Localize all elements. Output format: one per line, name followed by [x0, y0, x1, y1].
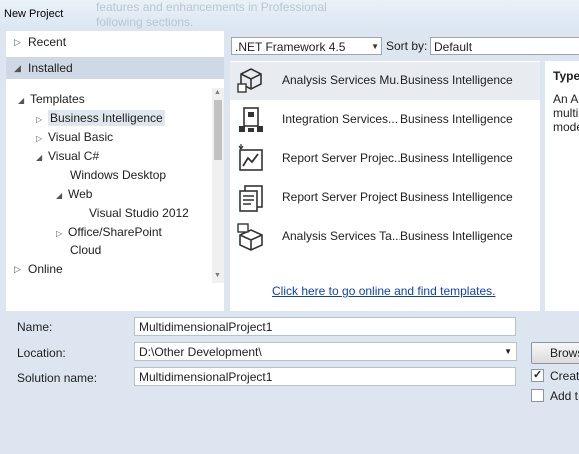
collapse-arrow-icon[interactable]: ◢	[14, 57, 21, 79]
sort-value: Default	[434, 40, 473, 54]
browse-button[interactable]: Brows	[531, 342, 579, 364]
solution-name-input[interactable]: MultidimensionalProject1	[134, 367, 516, 386]
tree-item-visual-basic[interactable]: ▷ Visual Basic	[36, 128, 113, 147]
analysis-multidimensional-icon	[237, 68, 262, 93]
framework-value: .NET Framework 4.5	[235, 40, 346, 54]
name-label: Name:	[17, 320, 53, 334]
add-to-source-control-checkbox[interactable]	[531, 389, 544, 402]
template-item[interactable]: Analysis Services Mu... Business Intelli…	[230, 62, 540, 100]
solution-name-label: Solution name:	[17, 371, 98, 385]
nav-installed[interactable]: ◢ Installed	[6, 57, 224, 79]
tree-item-office-sharepoint[interactable]: ▷ Office/SharePoint	[56, 223, 162, 242]
expand-arrow-icon[interactable]: ▷	[14, 258, 21, 280]
category-panel: ▷ Recent ◢ Installed ◢ Templates ▷ Busines…	[6, 31, 224, 311]
framework-select[interactable]: .NET Framework 4.5 ▼	[231, 37, 382, 55]
add-to-source-control-label: Add t	[550, 389, 579, 403]
expand-arrow-icon[interactable]: ▷	[36, 110, 48, 129]
expand-arrow-icon[interactable]: ▷	[56, 224, 68, 243]
collapse-arrow-icon[interactable]: ◢	[56, 186, 68, 205]
title-bar: features and enhancements in Professiona…	[0, 0, 579, 30]
nav-online-label: Online	[28, 262, 63, 276]
template-item[interactable]: Report Server Projec... Business Intelli…	[230, 140, 540, 178]
sort-label: Sort by:	[386, 39, 428, 53]
nav-recent[interactable]: ▷ Recent	[6, 31, 224, 53]
report-wizard-icon	[238, 144, 263, 171]
template-tree: ◢ Templates ▷ Business Intelligence ▷ Visua…	[6, 88, 224, 283]
details-description: An A multi mode	[553, 92, 579, 134]
create-directory-checkbox[interactable]: ✓	[531, 369, 544, 382]
tree-scrollbar[interactable]: ▲ ▼	[212, 88, 224, 283]
scroll-up-icon[interactable]: ▲	[214, 89, 221, 96]
report-server-icon	[239, 185, 263, 212]
tree-item-windows-desktop[interactable]: Windows Desktop	[70, 166, 166, 185]
background-text: following sections.	[96, 15, 194, 29]
collapse-arrow-icon[interactable]: ◢	[36, 148, 48, 167]
expand-arrow-icon[interactable]: ▷	[36, 129, 48, 148]
nav-online[interactable]: ▷ Online	[6, 258, 224, 280]
tree-item-web[interactable]: ◢ Web	[56, 185, 92, 204]
tree-item-business-intelligence[interactable]: ▷ Business Intelligence	[36, 109, 165, 128]
sort-select[interactable]: Default	[430, 37, 579, 55]
details-panel: Type An A multi mode	[545, 61, 579, 311]
details-type-label: Type	[553, 69, 579, 83]
tree-item-visual-csharp[interactable]: ◢ Visual C#	[36, 147, 99, 166]
nav-installed-label: Installed	[28, 61, 73, 75]
template-item[interactable]: Analysis Services Ta... Business Intelli…	[230, 218, 540, 256]
expand-arrow-icon[interactable]: ▷	[14, 31, 21, 53]
create-directory-label: Creat	[550, 369, 579, 383]
template-item[interactable]: Report Server Project Business Intellige…	[230, 179, 540, 217]
location-label: Location:	[17, 346, 66, 360]
chevron-down-icon: ▼	[504, 347, 512, 356]
checkmark-icon: ✓	[533, 369, 543, 381]
online-templates-link[interactable]: Click here to go online and find templat…	[272, 284, 495, 298]
analysis-tabular-icon	[237, 223, 263, 251]
template-item[interactable]: Integration Services... Business Intelli…	[230, 101, 540, 139]
integration-services-icon	[239, 107, 263, 132]
tree-item-templates[interactable]: ◢ Templates	[18, 90, 85, 109]
window-title: New Project	[4, 8, 64, 20]
background-text: features and enhancements in Professiona…	[96, 0, 327, 14]
nav-recent-label: Recent	[28, 35, 67, 49]
location-combo[interactable]: D:\Other Development\ ▼	[134, 342, 517, 361]
scrollbar-thumb[interactable]	[214, 100, 222, 160]
collapse-arrow-icon[interactable]: ◢	[18, 91, 30, 110]
chevron-down-icon: ▼	[371, 42, 379, 51]
tree-item-visual-studio-2012[interactable]: Visual Studio 2012	[89, 204, 189, 223]
name-input[interactable]: MultidimensionalProject1	[134, 317, 516, 336]
template-list: Analysis Services Mu... Business Intelli…	[230, 61, 540, 311]
